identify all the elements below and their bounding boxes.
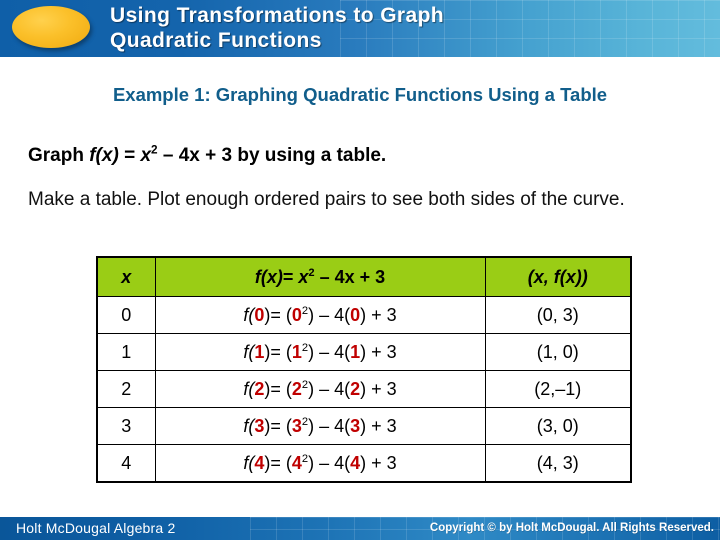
table-row: 2 f(2)= (22) – 4(2) + 3 (2,–1) [96, 370, 632, 408]
page-title: Using Transformations to Graph Quadratic… [110, 4, 445, 52]
slide-header-bar: Using Transformations to Graph Quadratic… [0, 0, 720, 57]
table-header-row: x f(x)= x2 – 4x + 3 (x, f(x)) [96, 256, 632, 297]
table-row: 1 f(1)= (12) – 4(1) + 3 (1, 0) [96, 333, 632, 371]
cell-substitution: f(2)= (22) – 4(2) + 3 [154, 370, 486, 408]
prompt-prefix: Graph [28, 145, 90, 166]
slide-footer-bar: Holt McDougal Algebra 2 Copyright © by H… [0, 517, 720, 540]
cell-x-value: 1 [96, 333, 156, 371]
column-header-function: f(x)= x2 – 4x + 3 [154, 256, 486, 297]
instruction-text: Make a table. Plot enough ordered pairs … [28, 189, 625, 210]
prompt-equals: = [118, 145, 141, 166]
table-row: 3 f(3)= (32) – 4(3) + 3 (3, 0) [96, 407, 632, 445]
cell-ordered-pair: (3, 0) [484, 407, 632, 445]
cell-ordered-pair: (2,–1) [484, 370, 632, 408]
problem-statement: Graph f(x) = x2 – 4x + 3 by using a tabl… [28, 144, 387, 167]
cell-x-value: 0 [96, 296, 156, 334]
cell-ordered-pair: (1, 0) [484, 333, 632, 371]
footer-book-title: Holt McDougal Algebra 2 [16, 520, 176, 536]
table-row: 4 f(4)= (42) – 4(4) + 3 (4, 3) [96, 444, 632, 483]
prompt-remainder: – 4x + 3 by using a table. [157, 145, 387, 166]
prompt-function-notation: f(x) [89, 145, 119, 166]
column-header-x: x [96, 256, 156, 297]
footer-copyright: Copyright © by Holt McDougal. All Rights… [429, 522, 714, 534]
example-subtitle: Example 1: Graphing Quadratic Functions … [112, 84, 608, 105]
prompt-variable: x [140, 145, 152, 166]
table-body: 0 f(0)= (02) – 4(0) + 3 (0, 3) 1 f(1)= (12) … [96, 296, 632, 483]
table-row: 0 f(0)= (02) – 4(0) + 3 (0, 3) [96, 296, 632, 334]
cell-ordered-pair: (4, 3) [484, 444, 632, 483]
function-value-table: x f(x)= x2 – 4x + 3 (x, f(x)) 0 f(0)= (02… [96, 256, 632, 483]
cell-x-value: 2 [96, 370, 156, 408]
cell-x-value: 4 [96, 444, 156, 483]
header-ellipse-decoration [12, 6, 90, 48]
cell-substitution: f(4)= (42) – 4(4) + 3 [154, 444, 486, 483]
cell-ordered-pair: (0, 3) [484, 296, 632, 334]
cell-x-value: 3 [96, 407, 156, 445]
cell-substitution: f(1)= (12) – 4(1) + 3 [154, 333, 486, 371]
cell-substitution: f(3)= (32) – 4(3) + 3 [154, 407, 486, 445]
cell-substitution: f(0)= (02) – 4(0) + 3 [154, 296, 486, 334]
column-header-ordered-pair: (x, f(x)) [484, 256, 632, 297]
